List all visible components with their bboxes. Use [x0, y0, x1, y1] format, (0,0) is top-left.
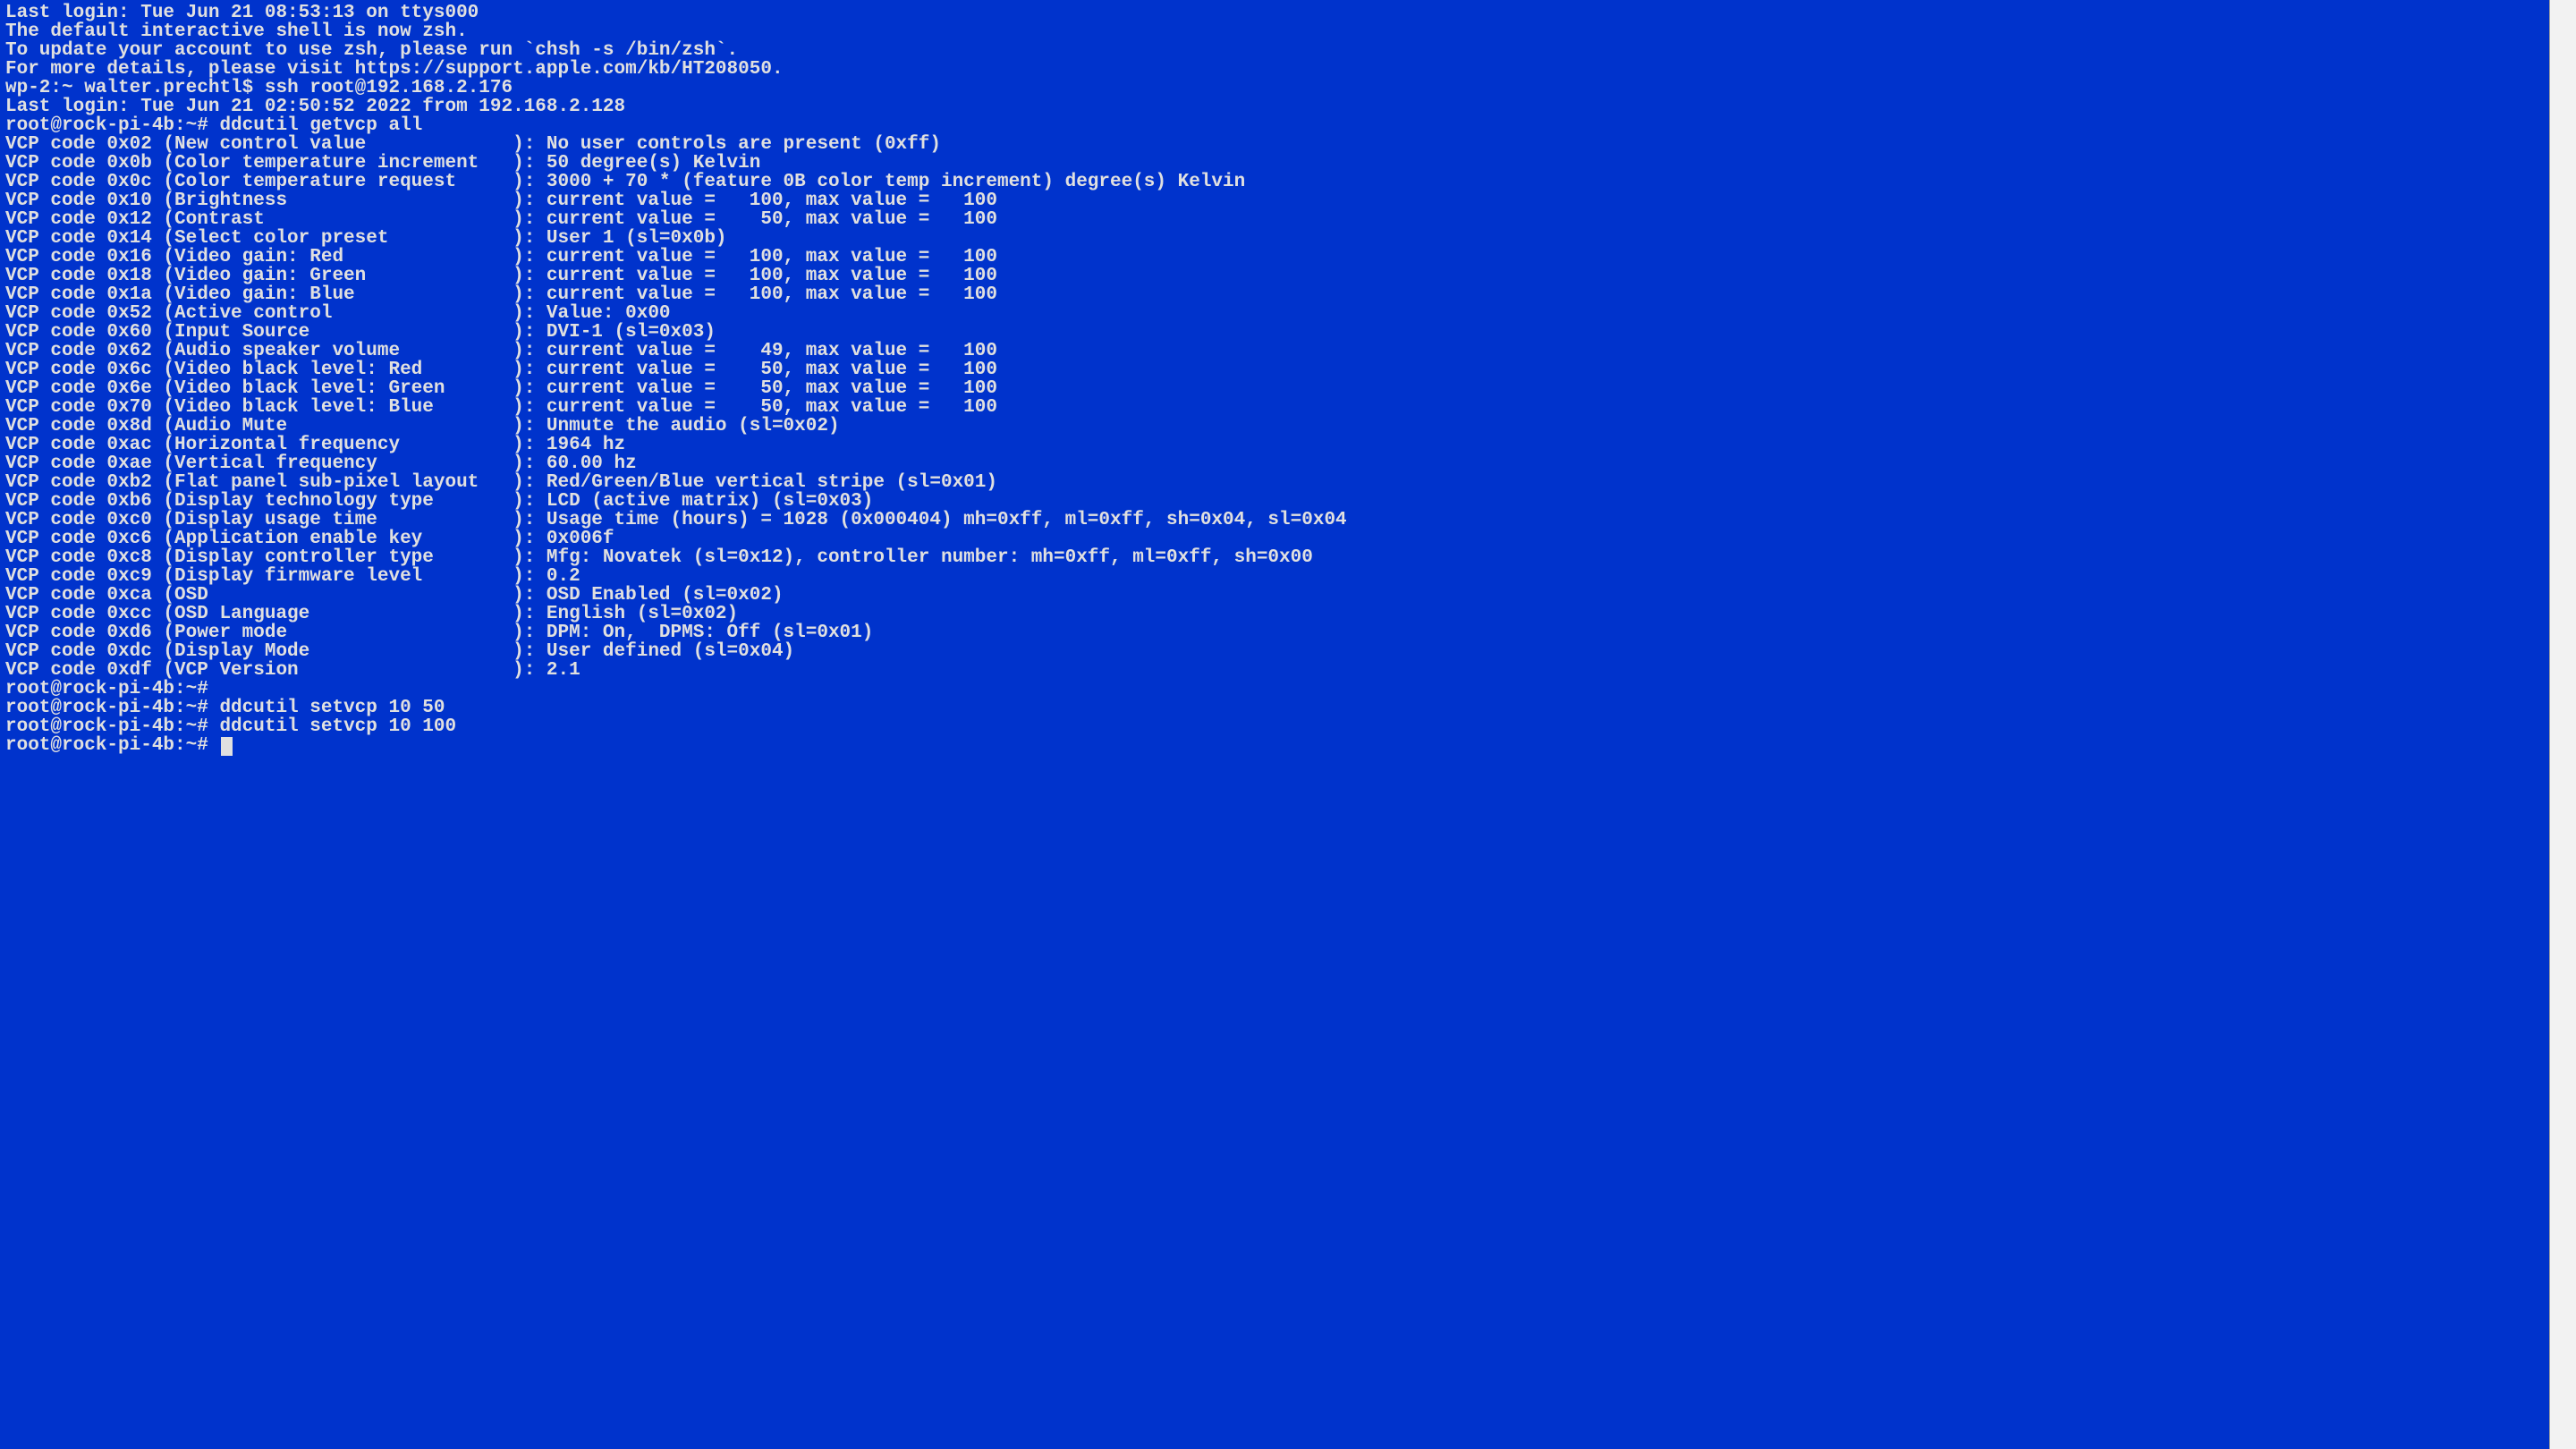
terminal-line: VCP code 0x6e (Video black level: Green …: [5, 379, 2544, 398]
terminal-line: VCP code 0x70 (Video black level: Blue )…: [5, 398, 2544, 417]
terminal-line: VCP code 0xdc (Display Mode ): User defi…: [5, 642, 2544, 661]
terminal-line: VCP code 0x0b (Color temperature increme…: [5, 154, 2544, 173]
terminal-line: VCP code 0xb6 (Display technology type )…: [5, 492, 2544, 511]
terminal-line: VCP code 0xca (OSD ): OSD Enabled (sl=0x…: [5, 586, 2544, 605]
remote-prompt: root@rock-pi-4b:~#: [5, 679, 219, 699]
terminal-line: VCP code 0xc8 (Display controller type )…: [5, 548, 2544, 567]
terminal-viewport[interactable]: Last login: Tue Jun 21 08:53:13 on ttys0…: [0, 0, 2549, 1449]
command-text: ssh root@192.168.2.176: [265, 78, 513, 98]
terminal-line: VCP code 0x8d (Audio Mute ): Unmute the …: [5, 417, 2544, 436]
terminal-line: VCP code 0xcc (OSD Language ): English (…: [5, 605, 2544, 623]
terminal-line: VCP code 0xdf (VCP Version ): 2.1: [5, 661, 2544, 680]
terminal-line: VCP code 0x16 (Video gain: Red ): curren…: [5, 248, 2544, 267]
terminal-line: For more details, please visit https://s…: [5, 60, 2544, 79]
terminal-line: VCP code 0x02 (New control value ): No u…: [5, 135, 2544, 154]
remote-prompt: root@rock-pi-4b:~#: [5, 716, 219, 737]
terminal-line: VCP code 0xae (Vertical frequency ): 60.…: [5, 454, 2544, 473]
terminal-line: root@rock-pi-4b:~# ddcutil setvcp 10 50: [5, 699, 2544, 717]
terminal-line: VCP code 0x52 (Active control ): Value: …: [5, 304, 2544, 323]
terminal-line: Last login: Tue Jun 21 08:53:13 on ttys0…: [5, 4, 2544, 22]
terminal-line: To update your account to use zsh, pleas…: [5, 41, 2544, 60]
scrollbar-track[interactable]: [2550, 23, 2576, 1426]
command-text: ddcutil getvcp all: [219, 115, 422, 136]
terminal-line: root@rock-pi-4b:~# ddcutil setvcp 10 100: [5, 717, 2544, 736]
scrollbar-vertical[interactable]: ▲ ▼: [2549, 0, 2576, 1449]
terminal-line: VCP code 0x12 (Contrast ): current value…: [5, 210, 2544, 229]
cursor: [221, 737, 233, 756]
terminal-line: VCP code 0x0c (Color temperature request…: [5, 173, 2544, 191]
local-prompt: wp-2:~ walter.prechtl$: [5, 78, 265, 98]
terminal-line: Last login: Tue Jun 21 02:50:52 2022 fro…: [5, 97, 2544, 116]
terminal-line: root@rock-pi-4b:~# ddcutil getvcp all: [5, 116, 2544, 135]
terminal-line: VCP code 0xc0 (Display usage time ): Usa…: [5, 511, 2544, 530]
terminal-line: The default interactive shell is now zsh…: [5, 22, 2544, 41]
terminal-line: VCP code 0x14 (Select color preset ): Us…: [5, 229, 2544, 248]
remote-prompt: root@rock-pi-4b:~#: [5, 698, 219, 718]
terminal-line: VCP code 0x1a (Video gain: Blue ): curre…: [5, 285, 2544, 304]
terminal-line: VCP code 0x6c (Video black level: Red ):…: [5, 360, 2544, 379]
terminal-line: VCP code 0xac (Horizontal frequency ): 1…: [5, 436, 2544, 454]
terminal-line: VCP code 0xd6 (Power mode ): DPM: On, DP…: [5, 623, 2544, 642]
terminal-line: root@rock-pi-4b:~#: [5, 680, 2544, 699]
terminal-line: VCP code 0xc9 (Display firmware level ):…: [5, 567, 2544, 586]
remote-prompt: root@rock-pi-4b:~#: [5, 115, 219, 136]
command-text: ddcutil setvcp 10 50: [219, 698, 445, 718]
terminal-line: VCP code 0xc6 (Application enable key ):…: [5, 530, 2544, 548]
terminal-line: VCP code 0x10 (Brightness ): current val…: [5, 191, 2544, 210]
terminal-line: VCP code 0x62 (Audio speaker volume ): c…: [5, 342, 2544, 360]
terminal-line: VCP code 0xb2 (Flat panel sub-pixel layo…: [5, 473, 2544, 492]
terminal-line: VCP code 0x18 (Video gain: Green ): curr…: [5, 267, 2544, 285]
terminal-line: VCP code 0x60 (Input Source ): DVI-1 (sl…: [5, 323, 2544, 342]
remote-prompt: root@rock-pi-4b:~#: [5, 735, 219, 756]
terminal-line: wp-2:~ walter.prechtl$ ssh root@192.168.…: [5, 79, 2544, 97]
command-text: ddcutil setvcp 10 100: [219, 716, 456, 737]
terminal-current-line[interactable]: root@rock-pi-4b:~#: [5, 736, 2544, 756]
